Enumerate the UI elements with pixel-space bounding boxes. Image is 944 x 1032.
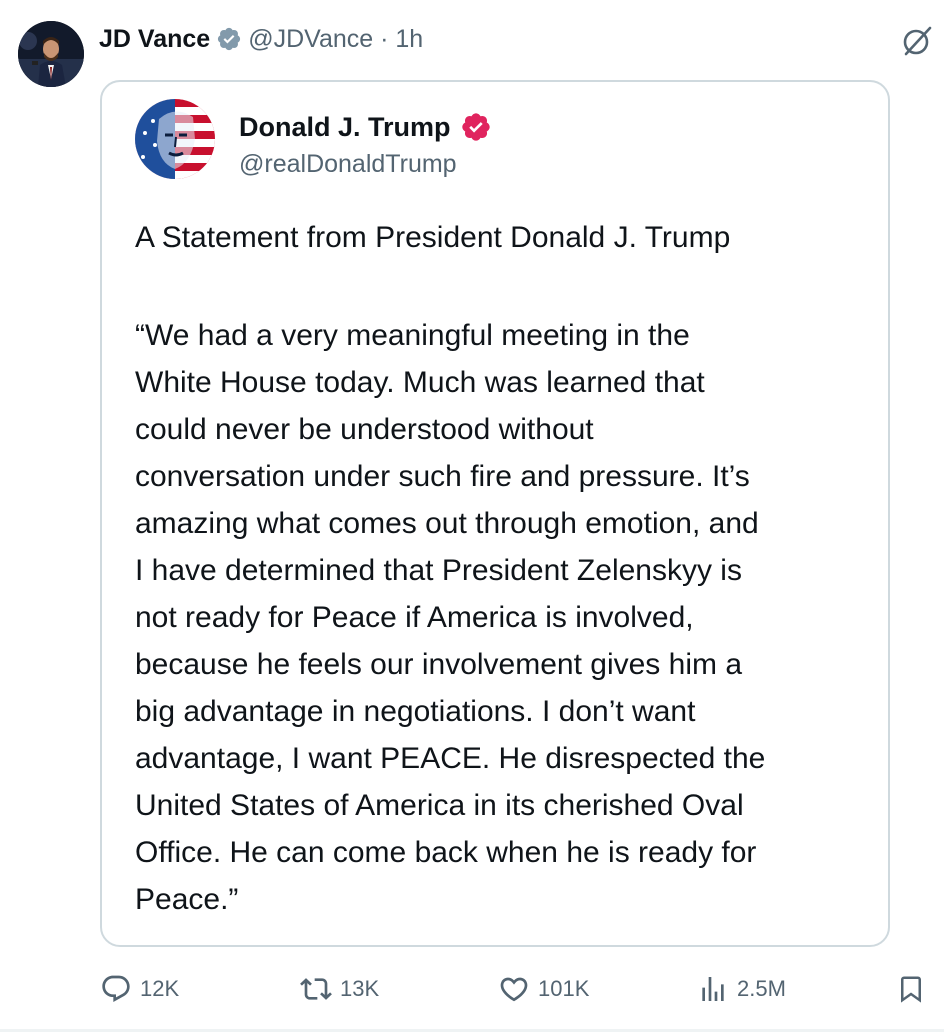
repost-button[interactable]: 13K — [300, 966, 379, 1012]
statement-line: Office. He can come back when he is read… — [135, 836, 757, 869]
repost-count: 13K — [340, 976, 380, 1001]
like-count: 101K — [538, 976, 590, 1001]
statement-line: United States of America in its cherishe… — [135, 789, 744, 822]
statement-line: conversation under such fire and pressur… — [135, 460, 750, 493]
statement-line: big advantage in negotiations. I don’t w… — [135, 695, 696, 728]
statement-title: A Statement from President Donald J. Tru… — [135, 221, 731, 254]
quoted-author-name[interactable]: Donald J. Trump — [239, 112, 451, 143]
statement-line: White House today. Much was learned that — [135, 366, 705, 399]
statement-line: Peace.” — [135, 883, 239, 916]
repost-icon — [300, 978, 332, 1000]
bookmark-icon — [901, 976, 921, 1003]
author-photo — [18, 21, 84, 87]
like-button[interactable]: 101K — [498, 966, 589, 1012]
analytics-icon — [702, 977, 724, 1001]
quoted-author-avatar[interactable] — [135, 99, 215, 179]
quoted-author-photo — [135, 99, 215, 179]
post: JD Vance @JDVance · 1h Donald J. Trump @… — [0, 0, 944, 1032]
author-handle[interactable]: @JDVance — [248, 25, 373, 54]
views-count: 2.5M — [737, 976, 786, 1001]
statement-line: could never be understood without — [135, 413, 594, 446]
quoted-post[interactable]: Donald J. Trump @realDonaldTrump A State… — [100, 80, 890, 947]
verified-badge-icon — [460, 111, 492, 143]
statement-line: advantage, I want PEACE. He disrespected… — [135, 742, 766, 775]
reply-button[interactable]: 12K — [100, 966, 179, 1012]
statement-line: I have determined that President Zelensk… — [135, 554, 742, 587]
reply-icon — [102, 975, 130, 1002]
heart-icon — [500, 977, 528, 1002]
statement-line: “We had a very meaningful meeting in the — [135, 319, 690, 352]
author-name[interactable]: JD Vance — [99, 25, 210, 54]
reply-count: 12K — [140, 976, 180, 1001]
post-header: JD Vance @JDVance · 1h — [99, 22, 423, 56]
quoted-author-row: Donald J. Trump — [239, 109, 492, 145]
verified-badge-icon — [216, 26, 242, 52]
grok-icon[interactable] — [900, 24, 934, 58]
statement-body: “We had a very meaningful meeting in the… — [135, 312, 870, 923]
timestamp[interactable]: 1h — [395, 25, 423, 54]
statement-line: not ready for Peace if America is involv… — [135, 601, 694, 634]
bookmark-button[interactable] — [896, 966, 926, 1012]
author-avatar[interactable] — [18, 21, 84, 87]
quoted-author-handle[interactable]: @realDonaldTrump — [239, 150, 457, 179]
separator: · — [380, 24, 389, 53]
statement-line: because he feels our involvement gives h… — [135, 648, 743, 681]
action-bar: 12K 13K 101K 2.5M — [0, 966, 944, 1012]
views-button[interactable]: 2.5M — [697, 966, 786, 1012]
statement-line: amazing what comes out through emotion, … — [135, 507, 759, 540]
